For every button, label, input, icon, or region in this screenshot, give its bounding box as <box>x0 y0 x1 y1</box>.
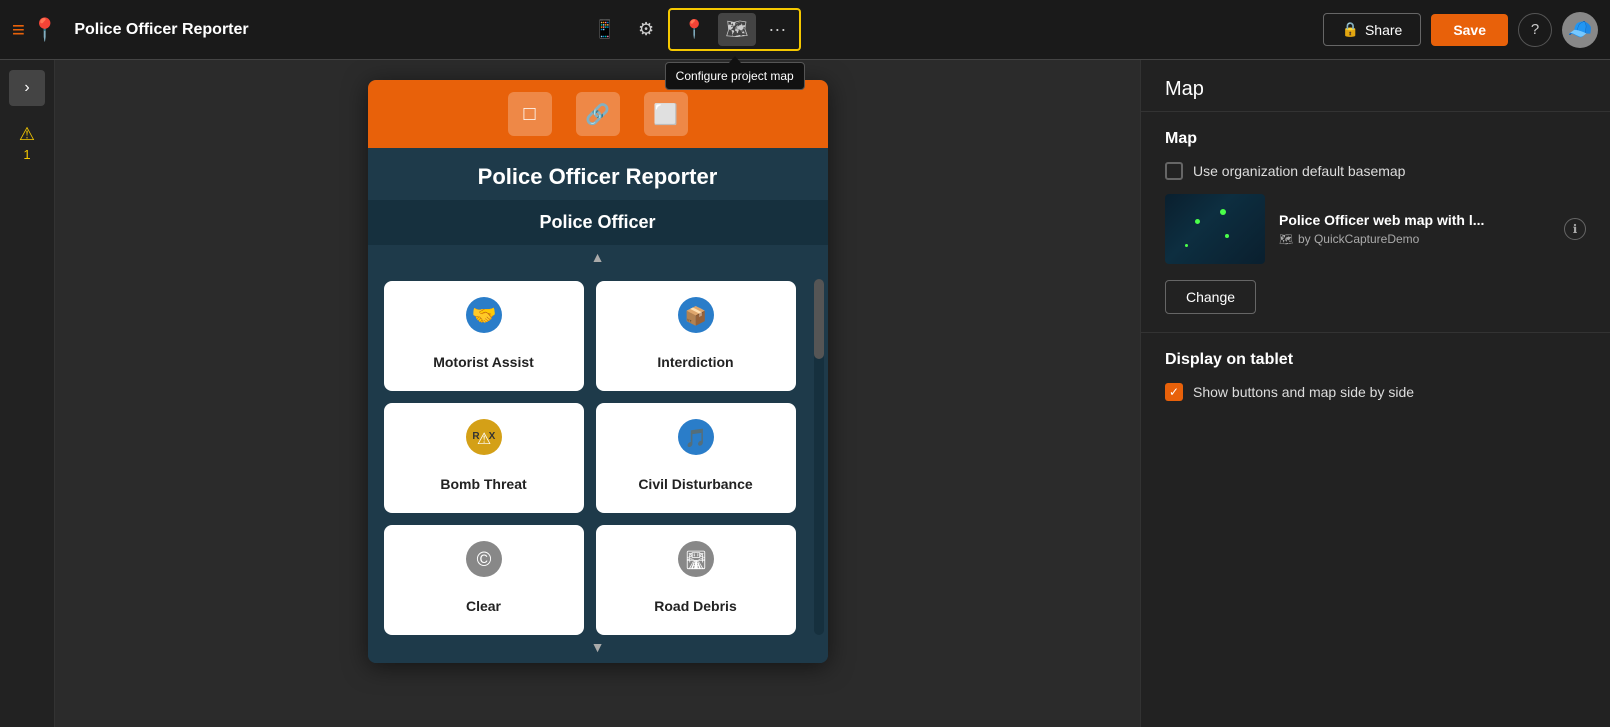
warning-icon: ⚠ <box>19 124 35 145</box>
change-map-button[interactable]: Change <box>1165 280 1256 314</box>
avatar[interactable]: 🧢 <box>1562 12 1598 48</box>
map-dot <box>1225 234 1229 238</box>
tablet-section-title: Display on tablet <box>1165 351 1586 369</box>
map-card-info: Police Officer web map with l... 🗺 by Qu… <box>1279 212 1550 246</box>
map-dot <box>1195 219 1200 224</box>
interdiction-icon: 📦 <box>676 295 716 344</box>
bomb-threat-icon: ⚠ R X <box>464 417 504 466</box>
main-layout: › ⚠ 1 □ 🔗 ⬜ Police Officer Reporter Poli… <box>0 60 1610 727</box>
interdiction-card[interactable]: 📦 Interdiction <box>596 281 796 391</box>
svg-text:📦: 📦 <box>684 305 706 326</box>
preview-grid: 🤝 Motorist Assist 📦 Int <box>384 281 812 635</box>
map-section-title: Map <box>1165 130 1586 148</box>
svg-text:X: X <box>488 431 495 442</box>
tablet-checkbox-row: ✓ Show buttons and map side by side <box>1165 383 1586 401</box>
preview-link-btn[interactable]: 🔗 <box>576 92 620 136</box>
mobile-preview-btn[interactable]: 📱 <box>586 13 624 46</box>
warning-count: 1 <box>23 147 30 162</box>
preview-app-title: Police Officer Reporter <box>368 164 828 190</box>
map-card: Police Officer web map with l... 🗺 by Qu… <box>1165 194 1586 264</box>
basemap-checkbox-label: Use organization default basemap <box>1193 163 1405 179</box>
road-debris-card[interactable]: 🛣 Road Debris <box>596 525 796 635</box>
share-button[interactable]: 🔒 Share <box>1323 13 1422 46</box>
clear-icon: © <box>464 539 504 588</box>
map-dot <box>1220 209 1226 215</box>
phone-preview: □ 🔗 ⬜ Police Officer Reporter Police Off… <box>368 80 828 663</box>
map-section: Map Use organization default basemap Pol… <box>1141 112 1610 333</box>
tablet-checkbox[interactable]: ✓ <box>1165 383 1183 401</box>
preview-grid-wrapper: 🤝 Motorist Assist 📦 Int <box>368 269 828 635</box>
basemap-checkbox[interactable] <box>1165 162 1183 180</box>
map-thumb-bg <box>1165 194 1265 264</box>
civil-disturbance-icon: 🎵 <box>676 417 716 466</box>
svg-text:🎵: 🎵 <box>684 428 706 448</box>
clear-label: Clear <box>466 598 501 614</box>
sidebar-toggle-btn[interactable]: › <box>9 70 45 106</box>
svg-text:🤝: 🤝 <box>471 305 496 327</box>
basemap-checkbox-row: Use organization default basemap <box>1165 162 1586 180</box>
road-debris-label: Road Debris <box>654 598 736 614</box>
clear-card[interactable]: © Clear <box>384 525 584 635</box>
location-icon-btn[interactable]: 📍 <box>675 13 713 46</box>
topbar-icons: 📱 ⚙ 📍 🗺 ··· Configure project map <box>586 8 802 51</box>
map-thumbnail <box>1165 194 1265 264</box>
warning-badge: ⚠ 1 <box>19 124 35 162</box>
topbar: ≡ 📍 Police Officer Reporter 📱 ⚙ 📍 🗺 ··· … <box>0 0 1610 60</box>
center-preview-area: □ 🔗 ⬜ Police Officer Reporter Police Off… <box>55 60 1140 727</box>
map-icon-btn[interactable]: 🗺 <box>718 13 757 46</box>
preview-toolbar: □ 🔗 ⬜ <box>368 80 828 148</box>
help-button[interactable]: ? <box>1518 13 1552 47</box>
svg-text:©: © <box>476 549 491 571</box>
map-card-subtitle: 🗺 by QuickCaptureDemo <box>1279 232 1550 246</box>
checkmark-icon: ✓ <box>1169 385 1179 399</box>
svg-text:🛣: 🛣 <box>684 550 707 570</box>
more-btn[interactable]: ··· <box>760 13 794 46</box>
right-panel-header: Map <box>1141 60 1610 112</box>
toolbar-group: 📍 🗺 ··· Configure project map <box>668 8 801 51</box>
save-button[interactable]: Save <box>1431 14 1508 46</box>
configure-map-tooltip: Configure project map <box>665 62 805 90</box>
preview-title-area: Police Officer Reporter <box>368 148 828 200</box>
motorist-assist-card[interactable]: 🤝 Motorist Assist <box>384 281 584 391</box>
map-info-icon[interactable]: ℹ <box>1564 218 1586 240</box>
map-card-title: Police Officer web map with l... <box>1279 212 1550 228</box>
motorist-assist-label: Motorist Assist <box>433 354 534 370</box>
scroll-down-indicator: ▼ <box>368 635 828 663</box>
scroll-up-indicator: ▲ <box>368 245 828 269</box>
civil-disturbance-card[interactable]: 🎵 Civil Disturbance <box>596 403 796 513</box>
lock-icon: 🔒 <box>1342 21 1359 38</box>
logo-icon: ≡ 📍 <box>12 17 58 43</box>
road-debris-icon: 🛣 <box>676 539 716 588</box>
right-panel: Map Map Use organization default basemap <box>1140 60 1610 727</box>
app-title: Police Officer Reporter <box>74 21 575 39</box>
civil-disturbance-label: Civil Disturbance <box>638 476 752 492</box>
right-panel-title: Map <box>1165 78 1586 101</box>
bomb-threat-card[interactable]: ⚠ R X Bomb Threat <box>384 403 584 513</box>
preview-frame-btn[interactable]: ⬜ <box>644 92 688 136</box>
tablet-checkbox-label: Show buttons and map side by side <box>1193 384 1414 400</box>
settings-btn[interactable]: ⚙ <box>630 13 662 46</box>
scrollbar-track[interactable] <box>814 279 824 635</box>
scrollbar-thumb[interactable] <box>814 279 824 359</box>
preview-page-title: Police Officer <box>368 200 828 245</box>
map-icon-small: 🗺 <box>1279 233 1293 246</box>
svg-text:R: R <box>472 431 480 442</box>
preview-square-btn[interactable]: □ <box>508 92 552 136</box>
interdiction-label: Interdiction <box>657 354 733 370</box>
bomb-threat-label: Bomb Threat <box>440 476 526 492</box>
tablet-section: Display on tablet ✓ Show buttons and map… <box>1141 333 1610 419</box>
map-dot <box>1185 244 1188 247</box>
left-sidebar: › ⚠ 1 <box>0 60 55 727</box>
motorist-assist-icon: 🤝 <box>464 295 504 344</box>
